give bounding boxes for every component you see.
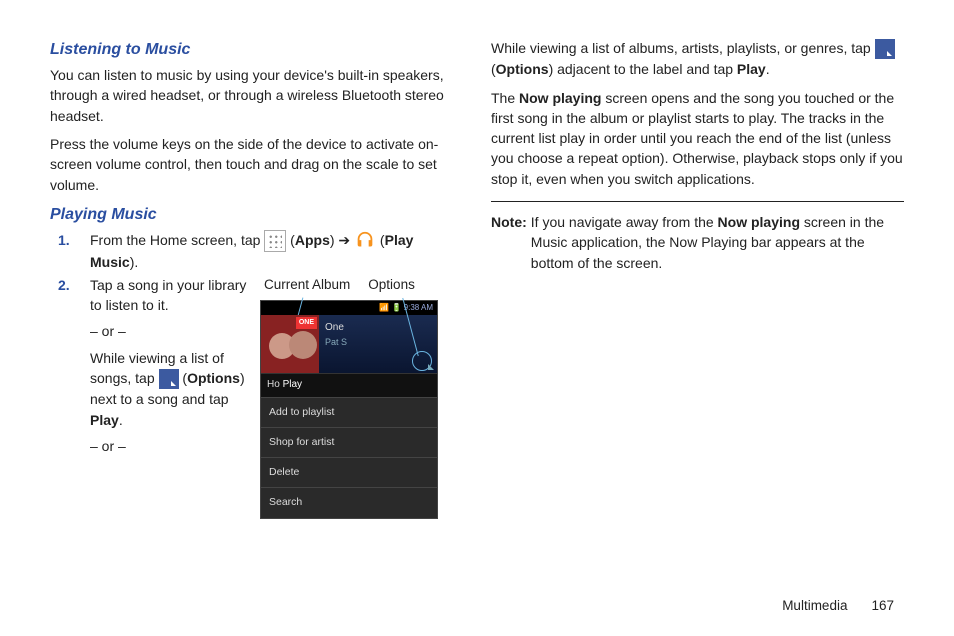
play-music-icon [354,230,376,252]
note-divider [491,201,904,202]
phone-menu-add-playlist: Add to playlist [261,397,437,427]
overflow-menu-icon [875,39,895,59]
heading-listening: Listening to Music [50,38,463,61]
phone-options-corner [415,315,437,373]
or-divider-1: – or – [90,321,250,341]
phone-track-info: One Pat S [319,315,415,373]
phone-status-bar: 📶 🔋 9:38 AM [261,301,437,315]
apps-icon [264,230,286,252]
phone-album-art: ONE [261,315,319,373]
phone-menu-search: Search [261,487,437,517]
page-footer: Multimedia167 [782,596,894,616]
callout-options: Options [368,275,415,295]
col2-para-1: While viewing a list of albums, artists,… [491,38,904,80]
para-listening-2: Press the volume keys on the side of the… [50,134,463,195]
phone-menu-header: Ho Play [261,373,437,397]
step-2a-text: Tap a song in your library to listen to … [90,275,250,316]
step-2b-text: While viewing a list of songs, tap (Opti… [90,348,250,430]
step-number-1: 1. [58,230,70,250]
overflow-menu-icon [159,369,179,389]
or-divider-2: – or – [90,436,250,456]
step-number-2: 2. [58,275,70,295]
callout-current-album: Current Album [264,275,350,295]
col2-para-2: The Now playing screen opens and the son… [491,88,904,189]
heading-playing: Playing Music [50,203,463,226]
phone-menu-shop-artist: Shop for artist [261,427,437,457]
step-1-text: From the Home screen, tap (Apps) ➔ (Play… [90,230,463,273]
note-block: Note: If you navigate away from the Now … [491,212,904,273]
phone-menu-delete: Delete [261,457,437,487]
phone-screenshot: Current Album Options 📶 🔋 9:38 AM O [260,275,438,519]
para-listening-1: You can listen to music by using your de… [50,65,463,126]
